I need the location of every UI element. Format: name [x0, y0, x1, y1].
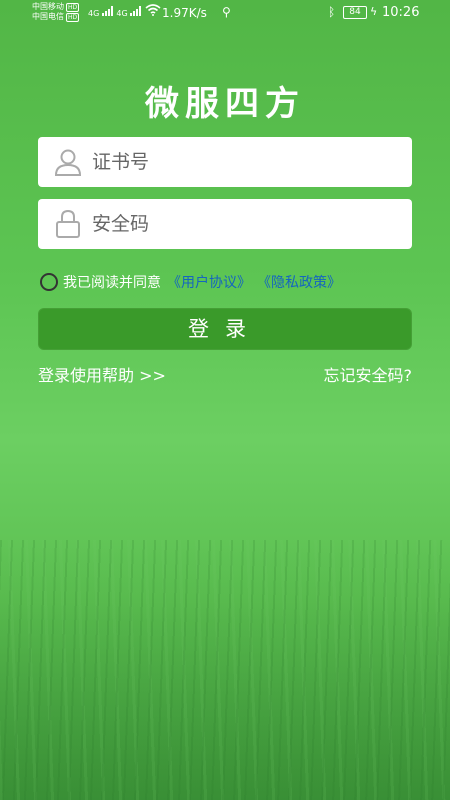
- battery-level: 84: [343, 6, 367, 19]
- privacy-policy-link[interactable]: 《隐私政策》: [257, 272, 341, 292]
- carrier-info: 中国移动 HD 中国电信 HD: [32, 2, 80, 22]
- charging-icon: ϟ: [370, 5, 378, 18]
- clock: 10:26: [382, 5, 420, 20]
- network-speed: 1.97K/s: [162, 6, 207, 20]
- security-code-field[interactable]: [38, 199, 412, 249]
- grass-background: [0, 540, 450, 800]
- certificate-number-field[interactable]: [38, 137, 412, 187]
- login-button[interactable]: 登录: [38, 308, 412, 350]
- forgot-security-code-link[interactable]: 忘记安全码?: [324, 362, 413, 386]
- user-agreement-link[interactable]: 《用户协议》: [167, 272, 251, 292]
- network-type-2: 4G: [116, 9, 128, 18]
- network-type-1: 4G: [88, 9, 100, 18]
- hd-badge-1: HD: [66, 3, 80, 12]
- bluetooth-icon: ᛒ: [328, 5, 336, 19]
- certificate-number-input[interactable]: [92, 137, 392, 187]
- carrier-2: 中国电信: [32, 12, 64, 21]
- signal-strength-icon-2: [130, 6, 142, 16]
- user-icon: [54, 149, 82, 176]
- carrier-1: 中国移动: [32, 2, 64, 11]
- status-bar: 中国移动 HD 中国电信 HD 4G 4G 1.97K/s ⚲ ᛒ 84 ϟ 10:…: [0, 0, 450, 26]
- signal-strength-icon: [101, 6, 113, 16]
- wifi-icon: [145, 4, 161, 16]
- usb-icon: ⚲: [222, 5, 231, 19]
- hd-badge-2: HD: [66, 13, 80, 22]
- agreement-radio[interactable]: [40, 273, 58, 291]
- login-help-link[interactable]: 登录使用帮助 >>: [38, 362, 166, 386]
- app-title: 微服四方: [145, 84, 305, 124]
- signal-icons: 4G 4G: [88, 4, 161, 18]
- agreement-row: 我已阅读并同意 《用户协议》 《隐私政策》: [40, 271, 341, 293]
- agreement-text: 我已阅读并同意: [63, 275, 161, 291]
- lock-icon: [56, 209, 80, 238]
- security-code-input[interactable]: [92, 199, 392, 249]
